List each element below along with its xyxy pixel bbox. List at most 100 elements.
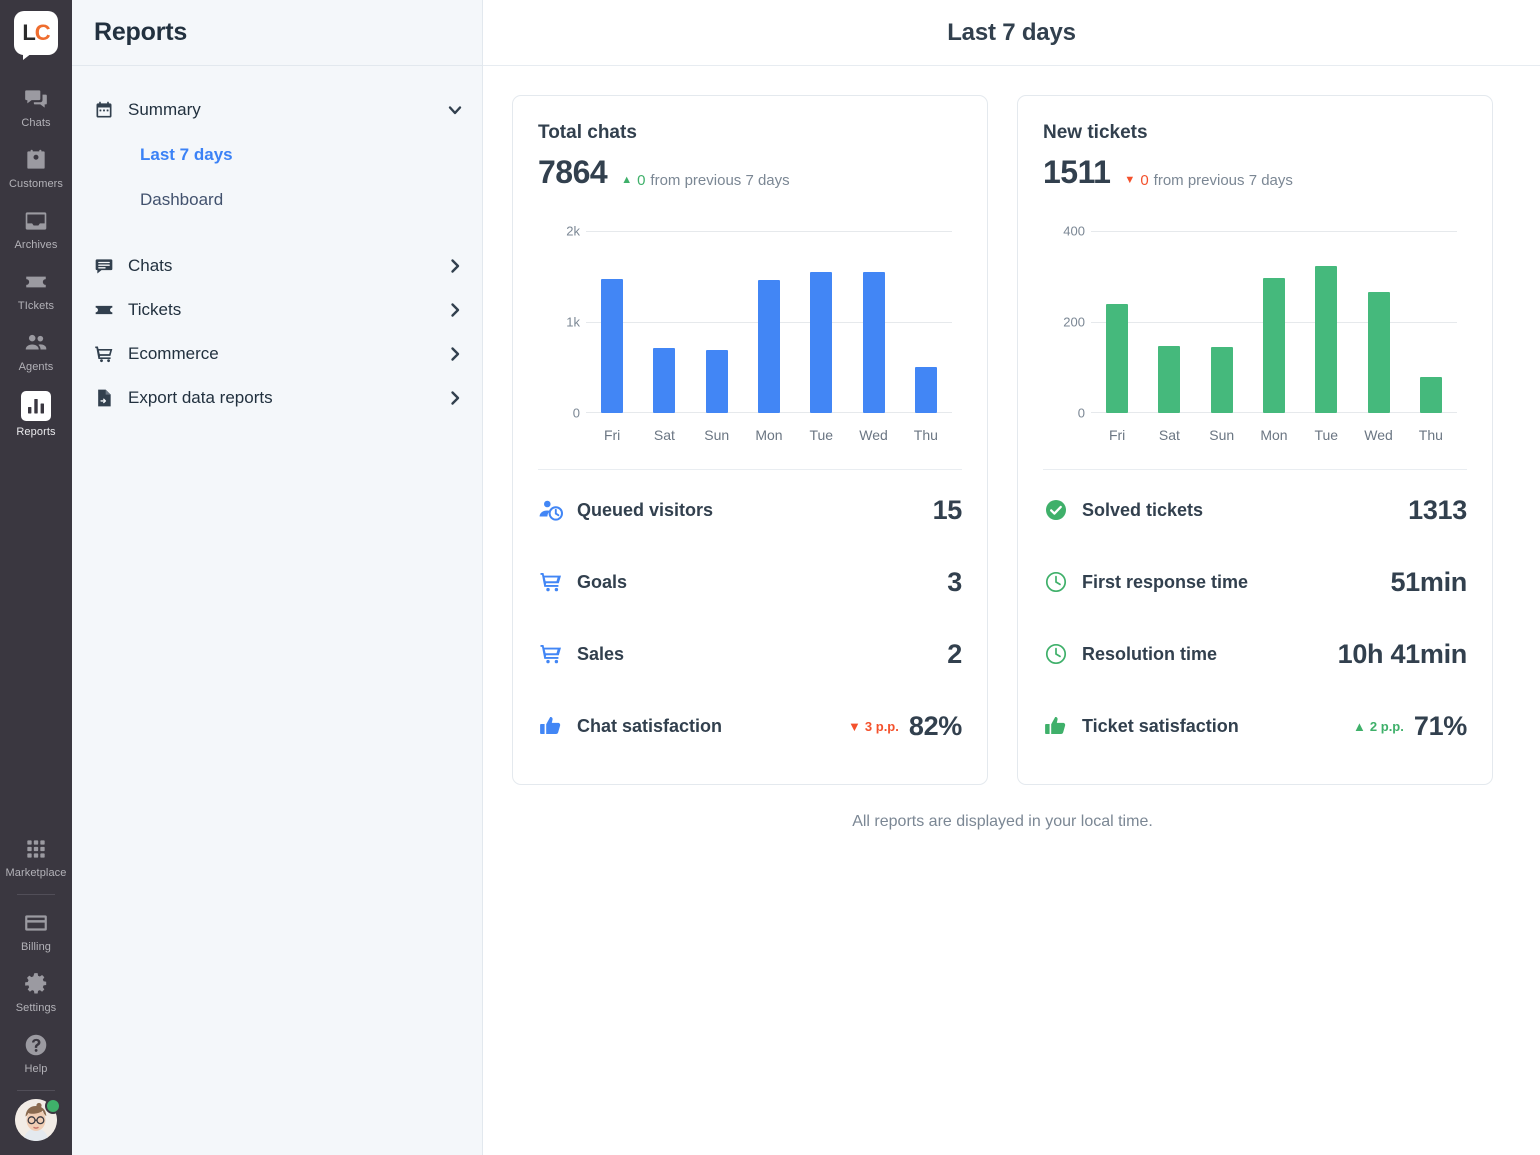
chart-x-labels: Fri Sat Sun Mon Tue Wed Thu (1091, 427, 1457, 443)
nav-item-tickets[interactable]: Tickets (94, 288, 464, 332)
nav-item-label: Tickets (128, 300, 446, 320)
bar[interactable] (601, 279, 623, 413)
rail-item-help[interactable]: Help (0, 1023, 72, 1084)
metric-row-goals[interactable]: Goals 3 (538, 546, 962, 618)
reports-nav-header: Reports (72, 0, 482, 66)
bar[interactable] (706, 350, 728, 413)
main-header: Last 7 days (483, 0, 1540, 66)
summary-cards: Total chats 7864 ▲ 0 from previous 7 day… (512, 95, 1493, 785)
bar-slot (638, 231, 690, 413)
bar[interactable] (1315, 266, 1337, 413)
metric-row-solved-tickets[interactable]: Solved tickets 1313 (1043, 474, 1467, 546)
card-new-tickets: New tickets 1511 ▼ 0 from previous 7 day… (1017, 95, 1493, 785)
rail-item-label: Settings (16, 1002, 57, 1014)
y-tick-label: 2k (538, 224, 580, 239)
card-divider (1043, 469, 1467, 470)
bar[interactable] (810, 272, 832, 413)
rail-item-label: Chats (21, 117, 50, 129)
bar[interactable] (758, 280, 780, 413)
x-tick-label: Wed (1352, 427, 1404, 443)
rail-divider (17, 894, 55, 895)
nav-item-summary[interactable]: Summary (94, 88, 464, 132)
page-title: Reports (94, 18, 187, 47)
bar[interactable] (1263, 278, 1285, 413)
metric-trend: ▲ 2 p.p. (1353, 719, 1404, 734)
ticket-icon (94, 299, 116, 321)
nav-item-chats[interactable]: Chats (94, 244, 464, 288)
nav-subitem-last-7-days[interactable]: Last 7 days (94, 132, 464, 177)
rail-item-archives[interactable]: Archives (0, 199, 72, 260)
nav-spacer (94, 224, 464, 244)
cart-icon (94, 343, 116, 365)
rail-item-settings[interactable]: Settings (0, 962, 72, 1023)
bar-slot (1143, 231, 1195, 413)
status-online-indicator (45, 1098, 61, 1114)
bar-slot (1300, 231, 1352, 413)
rail-item-chats[interactable]: Chats (0, 77, 72, 138)
x-tick-label: Thu (900, 427, 952, 443)
x-tick-label: Sun (1196, 427, 1248, 443)
cart-icon (538, 641, 564, 667)
card-kpi-value: 7864 (538, 154, 607, 191)
livechat-logo[interactable]: LC (14, 11, 58, 55)
metric-value: 71% (1414, 711, 1467, 742)
metric-row-ticket-satisfaction[interactable]: Ticket satisfaction ▲ 2 p.p. 71% (1043, 690, 1467, 762)
billing-icon (23, 910, 49, 936)
rail-item-marketplace[interactable]: Marketplace (0, 827, 72, 888)
rail-item-label: Reports (16, 426, 55, 438)
bar[interactable] (653, 348, 675, 413)
metric-row-queued-visitors[interactable]: Queued visitors 15 (538, 474, 962, 546)
x-tick-label: Sat (1143, 427, 1195, 443)
metric-label: Sales (577, 644, 947, 665)
card-total-chats: Total chats 7864 ▲ 0 from previous 7 day… (512, 95, 988, 785)
chevron-right-icon[interactable] (446, 389, 464, 407)
metric-row-resolution-time[interactable]: Resolution time 10h 41min (1043, 618, 1467, 690)
y-tick-label: 400 (1043, 224, 1085, 239)
rail-item-customers[interactable]: Customers (0, 138, 72, 199)
chevron-right-icon[interactable] (446, 345, 464, 363)
metric-value: 15 (933, 495, 962, 526)
metric-trend-value: 3 p.p. (865, 719, 899, 734)
report-period-title: Last 7 days (947, 19, 1076, 47)
bar[interactable] (915, 367, 937, 413)
metric-row-sales[interactable]: Sales 2 (538, 618, 962, 690)
rail-item-tickets[interactable]: TIckets (0, 260, 72, 321)
bar-slot (795, 231, 847, 413)
bar-slot (743, 231, 795, 413)
metric-label: Chat satisfaction (577, 716, 848, 737)
nav-item-label: Ecommerce (128, 344, 446, 364)
nav-group-summary: Summary Last 7 days Dashboard (94, 88, 464, 222)
nav-item-ecommerce[interactable]: Ecommerce (94, 332, 464, 376)
bar[interactable] (1420, 377, 1442, 413)
rail-item-billing[interactable]: Billing (0, 901, 72, 962)
queued-visitors-icon (538, 497, 564, 523)
chevron-right-icon[interactable] (446, 257, 464, 275)
metric-value: 3 (947, 567, 962, 598)
bar[interactable] (1158, 346, 1180, 413)
bar[interactable] (1368, 292, 1390, 413)
metric-row-first-response-time[interactable]: First response time 51min (1043, 546, 1467, 618)
avatar-container[interactable] (0, 1099, 72, 1141)
chevron-down-icon[interactable] (446, 101, 464, 119)
bar[interactable] (1211, 347, 1233, 413)
chart-plot-area: 400 200 0 (1091, 231, 1457, 413)
metric-row-chat-satisfaction[interactable]: Chat satisfaction ▼ 3 p.p. 82% (538, 690, 962, 762)
bar-slot (1091, 231, 1143, 413)
nav-subitem-dashboard[interactable]: Dashboard (94, 177, 464, 222)
metric-label: Solved tickets (1082, 500, 1408, 521)
chevron-right-icon[interactable] (446, 301, 464, 319)
bar[interactable] (1106, 304, 1128, 413)
rail-item-label: Billing (21, 941, 51, 953)
bar[interactable] (863, 272, 885, 413)
rail-item-reports[interactable]: Reports (0, 382, 72, 447)
metric-value: 1313 (1408, 495, 1467, 526)
nav-item-export-data-reports[interactable]: Export data reports (94, 376, 464, 420)
rail-item-agents[interactable]: Agents (0, 321, 72, 382)
app-root: LC Chats Customers Archives (0, 0, 1540, 1155)
chat-bubble-icon (94, 255, 116, 277)
tickets-icon (23, 269, 49, 295)
chats-icon (23, 86, 49, 112)
card-title: Total chats (538, 122, 962, 144)
x-tick-label: Fri (1091, 427, 1143, 443)
metric-value: 10h 41min (1338, 639, 1467, 670)
